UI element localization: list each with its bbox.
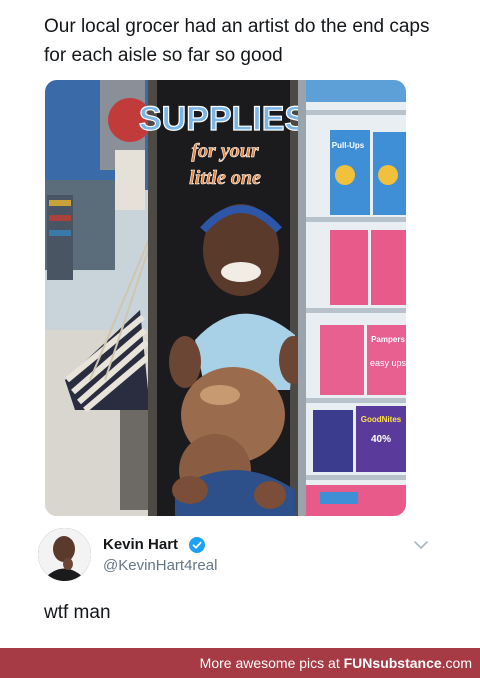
- grocery-endcap-illustration: SUPPLIES for your little one Pull-Ups Pa…: [45, 80, 406, 516]
- shelf-brand-goodnites: GoodNites: [361, 415, 402, 424]
- profile-photo: [38, 528, 91, 581]
- footer-prefix: More awesome pics at: [199, 655, 344, 671]
- footer-brand-suffix: .com: [441, 655, 472, 671]
- avatar[interactable]: [38, 528, 91, 581]
- reply-text: wtf man: [44, 602, 111, 623]
- post-caption: Our local grocer had an artist do the en…: [44, 16, 430, 66]
- shelf-percent: 40%: [371, 434, 391, 445]
- sign-text-supplies: SUPPLIES: [139, 100, 307, 138]
- verified-badge-icon: [189, 537, 205, 553]
- author-name[interactable]: Kevin Hart: [103, 536, 178, 553]
- sign-text-little-one: little one: [189, 167, 261, 189]
- shelf-brand-pampers: Pampers: [371, 335, 405, 344]
- shelf-brand-pullups: Pull-Ups: [332, 141, 365, 150]
- chevron-down-icon[interactable]: [414, 540, 428, 550]
- footer-text: More awesome pics at FUNsubstance.com: [200, 655, 472, 671]
- sign-text-for-your: for your: [191, 140, 258, 162]
- footer-brand-bold: FUN: [343, 655, 373, 671]
- author-handle[interactable]: @KevinHart4real: [103, 557, 217, 574]
- footer-brand: FUNsubstance.com: [344, 655, 472, 671]
- watermark-footer: More awesome pics at FUNsubstance.com: [0, 648, 480, 678]
- post-photo[interactable]: SUPPLIES for your little one Pull-Ups Pa…: [45, 80, 406, 516]
- shelf-text-easy-ups: easy ups: [370, 358, 406, 368]
- reply-author[interactable]: Kevin Hart @KevinHart4real: [38, 528, 438, 588]
- footer-brand-rest: substance: [372, 655, 442, 671]
